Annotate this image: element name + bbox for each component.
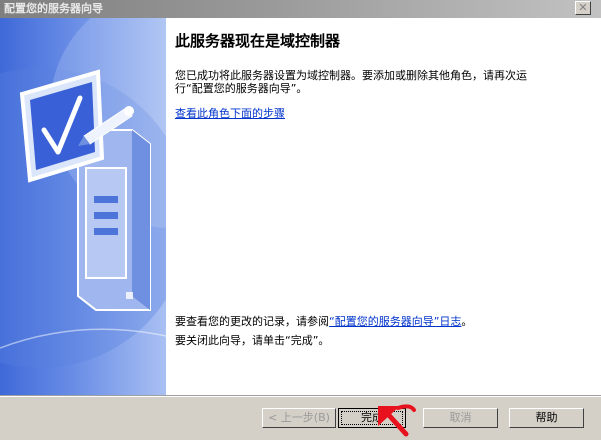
wizard-log-link[interactable]: “配置您的服务器向导”日志: [329, 315, 461, 328]
server-checkmark-icon: [0, 18, 166, 368]
close-button[interactable]: ✕: [575, 1, 591, 15]
cancel-button[interactable]: 取消: [423, 408, 498, 428]
page-heading: 此服务器现在是域控制器: [175, 32, 341, 50]
wizard-banner: [0, 18, 166, 395]
window-title: 配置您的服务器向导: [4, 2, 103, 15]
back-button[interactable]: < 上一步(B): [262, 408, 336, 428]
finish-button[interactable]: 完成: [338, 408, 406, 428]
log-suffix-text: 。: [461, 315, 473, 328]
view-steps-link[interactable]: 查看此角色下面的步骤: [175, 105, 285, 121]
log-instruction: 要查看您的更改的记录，请参阅“配置您的服务器向导”日志。: [175, 313, 472, 329]
log-prefix-text: 要查看您的更改的记录，请参阅: [175, 315, 329, 328]
close-instruction-text: 要关闭此向导，请单击“完成”。: [175, 334, 330, 347]
close-icon: ✕: [578, 1, 588, 14]
description-text: 您已成功将此服务器设置为域控制器。要添加或删除其他角色，请再次运行“配置您的服务…: [175, 69, 527, 95]
wizard-window: 配置您的服务器向导 ✕ 此服务器现在是域控制器 您已成功将此服务器设置为域控制器…: [0, 0, 601, 440]
title-bar: 配置您的服务器向导 ✕: [0, 0, 601, 18]
help-button[interactable]: 帮助: [509, 408, 584, 428]
